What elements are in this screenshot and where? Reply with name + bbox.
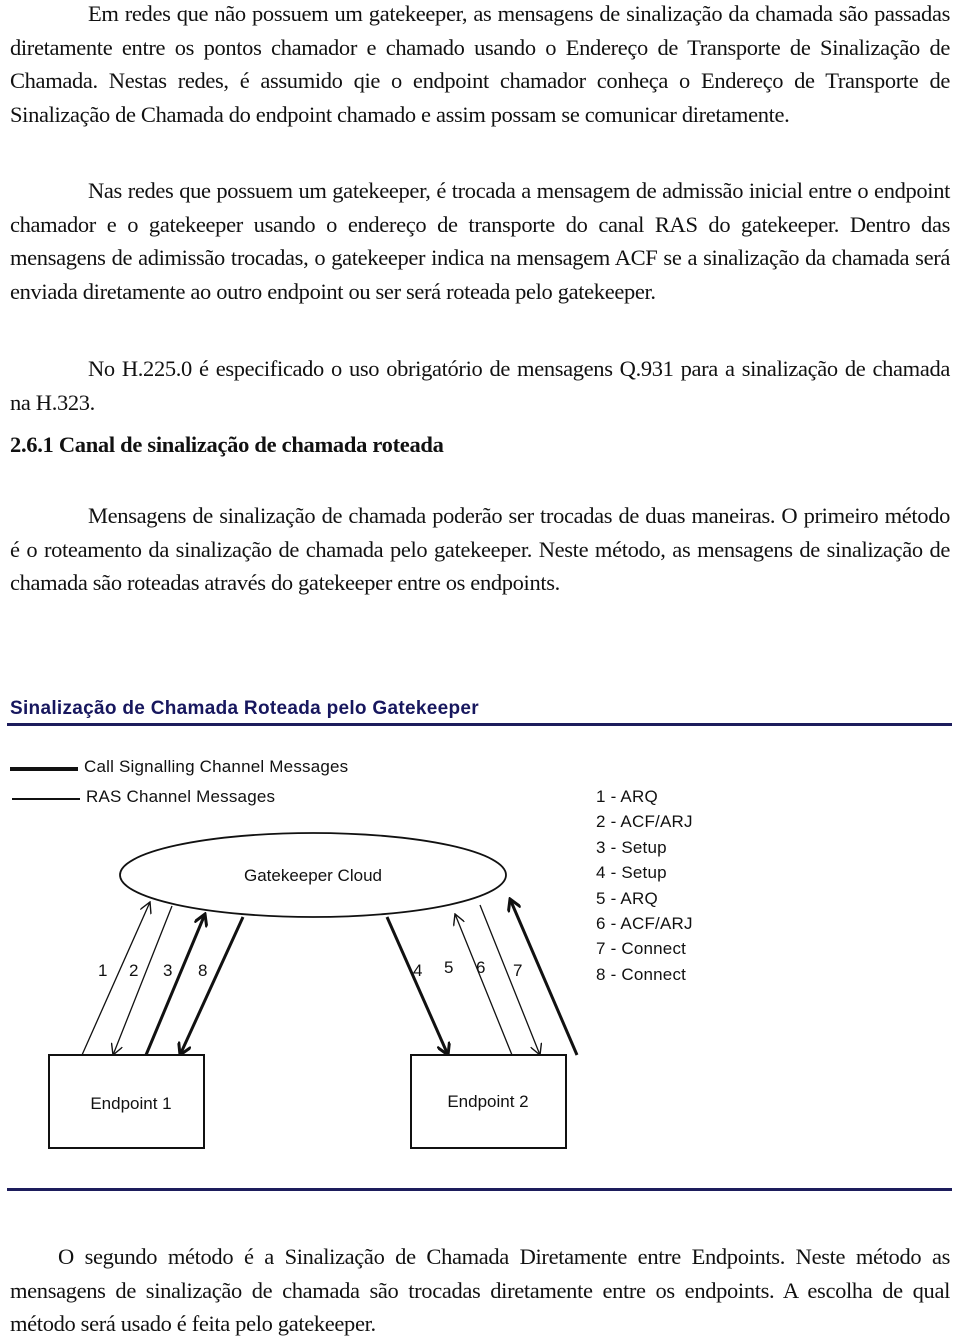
arrow-2	[113, 905, 173, 1055]
paragraph-direct-signalling: O segundo método é a Sinalização de Cham…	[10, 1244, 950, 1336]
legend-label-ras: RAS Channel Messages	[86, 787, 276, 806]
figure-bottom-rule	[7, 1188, 952, 1191]
arrow-label-5: 5	[444, 958, 453, 977]
signalling-diagram: Gatekeeper Cloud 1 2 3 8 4 5 6 7 Endpoin…	[48, 832, 579, 1149]
arrow-8	[180, 916, 245, 1055]
arrow-label-1: 1	[98, 961, 107, 980]
section-heading: 2.6.1 Canal de sinalização de chamada ro…	[10, 432, 444, 457]
paragraph-with-gatekeeper: Nas redes que possuem um gatekeeper, é t…	[10, 178, 950, 304]
endpoint-2-label: Endpoint 2	[447, 1092, 528, 1111]
gatekeeper-cloud-label: Gatekeeper Cloud	[244, 866, 382, 885]
arrow-label-7: 7	[513, 961, 522, 980]
paragraph-no-gatekeeper: Em redes que não possuem um gatekeeper, …	[10, 1, 950, 127]
arrow-label-2: 2	[129, 961, 138, 980]
message-item: 1 - ARQ	[596, 787, 658, 806]
arrow-5	[455, 914, 513, 1056]
arrow-6	[479, 904, 540, 1055]
legend-thin-line	[12, 798, 80, 800]
arrow-1	[81, 902, 150, 1056]
paragraph-routing-methods: Mensagens de sinalização de chamada pode…	[10, 503, 950, 595]
legend-thick-line	[10, 767, 78, 771]
figure-title: Sinalização de Chamada Roteada pelo Gate…	[10, 698, 479, 719]
arrow-label-6: 6	[476, 958, 485, 977]
arrow-4	[385, 916, 448, 1055]
endpoint-1-label: Endpoint 1	[90, 1094, 171, 1113]
arrow-label-3: 3	[163, 961, 172, 980]
arrow-3	[144, 914, 205, 1056]
figure-top-rule	[7, 723, 952, 726]
arrow-label-8: 8	[198, 961, 207, 980]
arrow-label-4: 4	[413, 961, 422, 980]
legend-label-call-signalling: Call Signalling Channel Messages	[84, 757, 349, 776]
paragraph-h225: No H.225.0 é especificado o uso obrigató…	[10, 356, 950, 415]
